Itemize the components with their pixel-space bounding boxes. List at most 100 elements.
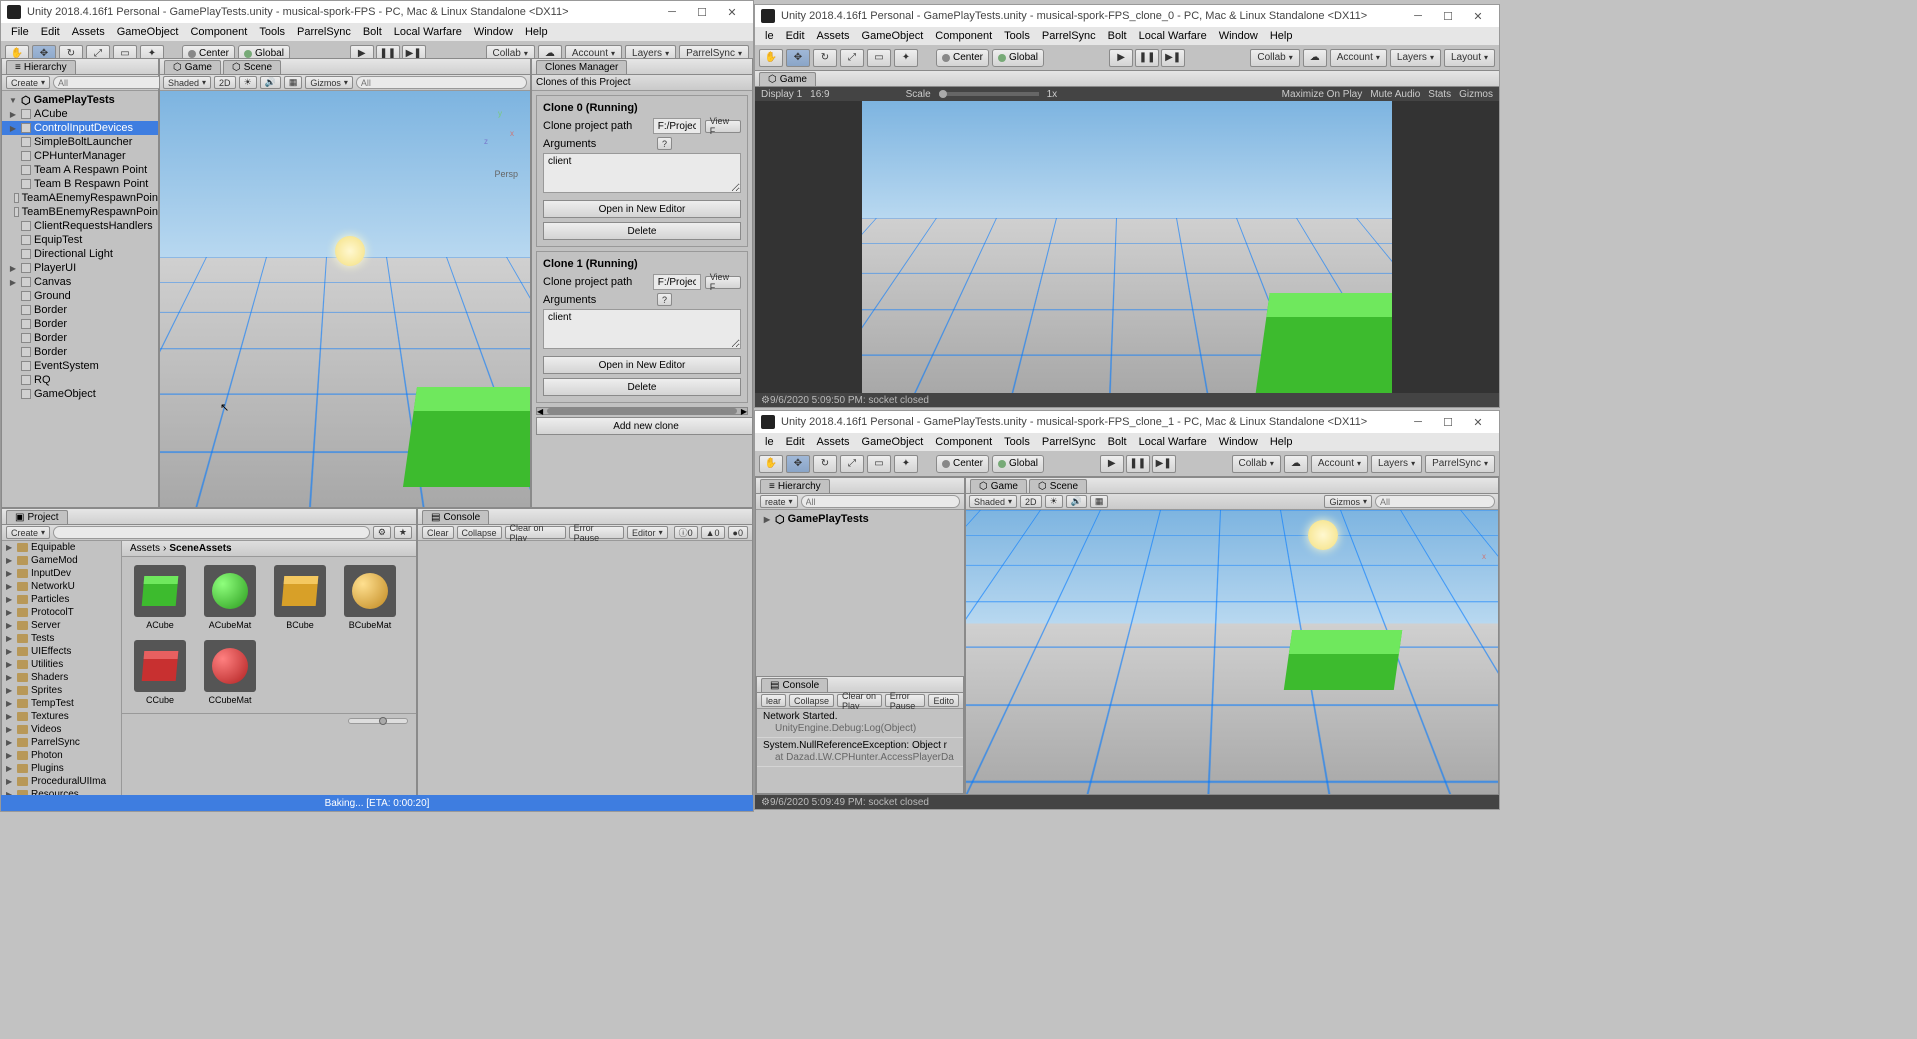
scene-gizmo[interactable]: x: [1482, 550, 1486, 562]
hand-tool-icon[interactable]: ✋: [759, 49, 783, 67]
menu-edit[interactable]: Edit: [35, 26, 66, 38]
project-folder[interactable]: ▶Particles: [2, 593, 121, 606]
transform-tool-icon[interactable]: ✦: [894, 455, 918, 473]
log-entry[interactable]: Network Started.UnityEngine.Debug:Log(Ob…: [757, 709, 963, 738]
mute-audio[interactable]: Mute Audio: [1370, 89, 1420, 100]
gizmos-dropdown[interactable]: Gizmos: [1459, 89, 1493, 100]
project-folder[interactable]: ▶Sprites: [2, 684, 121, 697]
project-create[interactable]: Create: [6, 526, 50, 539]
clone0-open-button[interactable]: Open in New Editor: [543, 200, 741, 218]
transform-tool-icon[interactable]: ✦: [894, 49, 918, 67]
scene-gizmos[interactable]: Gizmos: [305, 76, 353, 89]
hierarchy-search[interactable]: [801, 495, 960, 508]
console-editor[interactable]: Editor: [627, 526, 668, 539]
scene-2d[interactable]: 2D: [214, 76, 236, 89]
project-folder[interactable]: ▶NetworkU: [2, 580, 121, 593]
rect-tool-icon[interactable]: ▭: [867, 455, 891, 473]
scene-audio-icon[interactable]: 🔊: [260, 76, 281, 89]
light-gizmo[interactable]: [1308, 520, 1338, 550]
clone1-path[interactable]: [653, 274, 701, 290]
hierarchy-item[interactable]: ▶PlayerUI: [2, 261, 158, 275]
asset-item[interactable]: CCube: [130, 640, 190, 705]
menu-tools[interactable]: Tools: [253, 26, 291, 38]
hierarchy-item[interactable]: Border: [2, 317, 158, 331]
scene-tab[interactable]: ⬡ Scene: [1029, 479, 1087, 493]
maximize-on-play[interactable]: Maximize On Play: [1282, 89, 1363, 100]
scene-light-icon[interactable]: ☀: [1045, 495, 1063, 508]
project-folder[interactable]: ▶ProceduralUIIma: [2, 775, 121, 788]
project-folder[interactable]: ▶GameMod: [2, 554, 121, 567]
hierarchy-item[interactable]: SimpleBoltLauncher: [2, 135, 158, 149]
menubar[interactable]: leEditAssetsGameObjectComponentToolsParr…: [755, 27, 1499, 45]
asset-item[interactable]: ACube: [130, 565, 190, 630]
project-folder[interactable]: ▶Equipable: [2, 541, 121, 554]
close-button[interactable]: ✕: [1463, 7, 1493, 25]
hierarchy-item[interactable]: ClientRequestsHandlers: [2, 219, 158, 233]
aspect-dropdown[interactable]: 16:9: [810, 89, 829, 100]
scene-root[interactable]: ▼⬡ GamePlayTests: [2, 93, 158, 107]
scene-root[interactable]: ▶⬡ GamePlayTests: [756, 512, 964, 526]
rect-tool-icon[interactable]: ▭: [867, 49, 891, 67]
project-folder[interactable]: ▶Server: [2, 619, 121, 632]
project-folder[interactable]: ▶TempTest: [2, 697, 121, 710]
log-entry[interactable]: System.NullReferenceException: Object ra…: [757, 738, 963, 767]
clone0-args-help[interactable]: ?: [657, 137, 672, 150]
scale-slider[interactable]: [939, 90, 947, 98]
hierarchy-item[interactable]: TeamAEnemyRespawnPoin: [2, 191, 158, 205]
scene-tab[interactable]: ⬡ Scene: [223, 60, 281, 74]
hand-tool-icon[interactable]: ✋: [759, 455, 783, 473]
asset-item[interactable]: CCubeMat: [200, 640, 260, 705]
project-folder[interactable]: ▶ParrelSync: [2, 736, 121, 749]
scene-search[interactable]: [356, 76, 527, 89]
hierarchy-item[interactable]: EquipTest: [2, 233, 158, 247]
menu-component[interactable]: Component: [184, 26, 253, 38]
console-warn-count[interactable]: ▲ 0: [701, 526, 725, 539]
hierarchy-item[interactable]: CPHunterManager: [2, 149, 158, 163]
project-folder[interactable]: ▶Plugins: [2, 762, 121, 775]
acube-object[interactable]: [1284, 630, 1402, 690]
maximize-button[interactable]: ☐: [687, 3, 717, 21]
hierarchy-item[interactable]: Team A Respawn Point: [2, 163, 158, 177]
hierarchy-create[interactable]: Create: [6, 76, 50, 89]
maximize-button[interactable]: ☐: [1433, 7, 1463, 25]
console-tab[interactable]: ▤ Console: [422, 510, 489, 524]
scene-fx-icon[interactable]: ▦: [284, 76, 303, 89]
project-folder[interactable]: ▶InputDev: [2, 567, 121, 580]
step-button[interactable]: ▶❚: [1152, 455, 1176, 473]
breadcrumb-0[interactable]: Assets: [130, 543, 160, 554]
hierarchy-item[interactable]: Border: [2, 303, 158, 317]
clones-tab[interactable]: Clones Manager: [536, 60, 627, 74]
menu-localwarfare[interactable]: Local Warfare: [388, 26, 468, 38]
hierarchy-item[interactable]: EventSystem: [2, 359, 158, 373]
menu-assets[interactable]: Assets: [66, 26, 111, 38]
project-folder[interactable]: ▶Photon: [2, 749, 121, 762]
project-folder[interactable]: ▶Tests: [2, 632, 121, 645]
clone1-view-button[interactable]: View F: [705, 276, 741, 289]
console-errorpause[interactable]: Error Pause: [569, 526, 624, 539]
display-dropdown[interactable]: Display 1: [761, 89, 802, 100]
breadcrumb-1[interactable]: SceneAssets: [169, 543, 231, 554]
clone1-args-input[interactable]: client: [543, 309, 741, 349]
menu-parrelsync[interactable]: ParrelSync: [291, 26, 357, 38]
hierarchy-item[interactable]: Directional Light: [2, 247, 158, 261]
clone1-open-button[interactable]: Open in New Editor: [543, 356, 741, 374]
cloud-icon[interactable]: ☁: [1303, 49, 1327, 67]
clone0-args-input[interactable]: client: [543, 153, 741, 193]
console-clear[interactable]: Clear: [422, 526, 454, 539]
hierarchy-item[interactable]: ▶Canvas: [2, 275, 158, 289]
console-clearonplay[interactable]: Clear on Play: [505, 526, 566, 539]
clone0-view-button[interactable]: View F: [705, 120, 741, 133]
add-clone-button[interactable]: Add new clone: [536, 417, 752, 435]
stats-button[interactable]: Stats: [1428, 89, 1451, 100]
project-save-icon[interactable]: ★: [394, 526, 412, 539]
game-tab[interactable]: ⬡ Game: [164, 60, 221, 74]
project-folder[interactable]: ▶Videos: [2, 723, 121, 736]
project-filter-icon[interactable]: ⚙: [373, 526, 391, 539]
game-tab[interactable]: ⬡ Game: [759, 72, 816, 86]
cloud-icon[interactable]: ☁: [1284, 455, 1308, 473]
menubar[interactable]: File Edit Assets GameObject Component To…: [1, 23, 753, 41]
console-tab[interactable]: ▤ Console: [761, 678, 828, 692]
minimize-button[interactable]: ─: [657, 3, 687, 21]
pause-button[interactable]: ❚❚: [1135, 49, 1159, 67]
project-folder[interactable]: ▶Textures: [2, 710, 121, 723]
